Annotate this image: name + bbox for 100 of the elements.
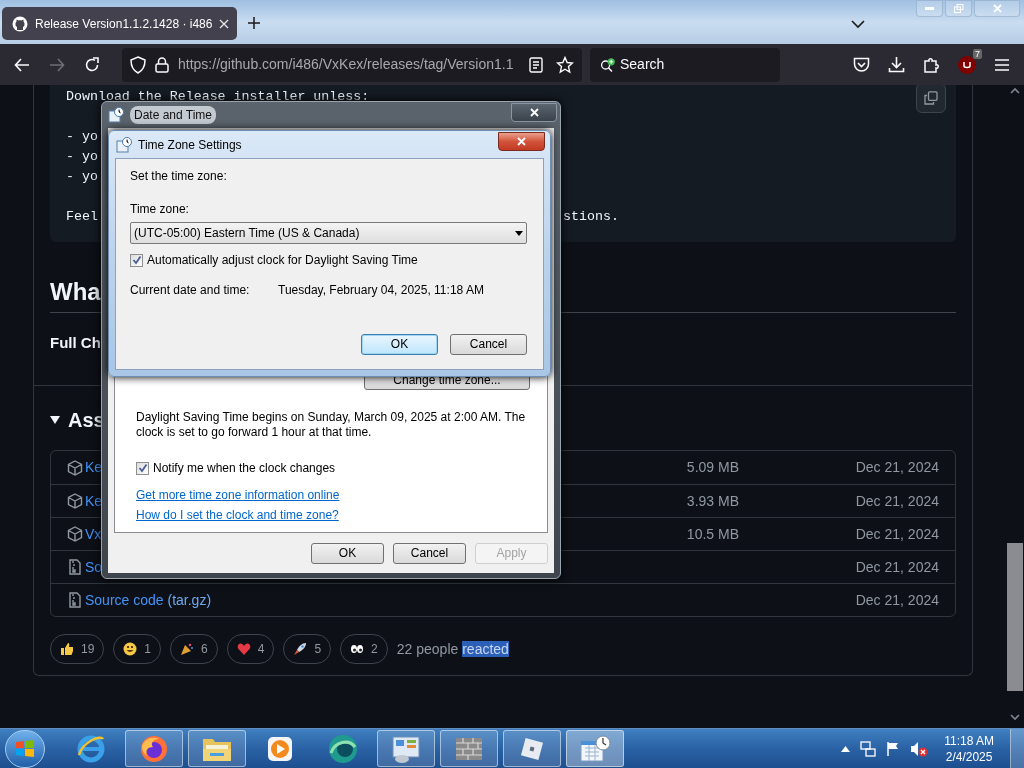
section-heading: Wha bbox=[50, 277, 101, 307]
changelog-label: Full Ch bbox=[50, 333, 101, 353]
search-input[interactable]: Search bbox=[620, 54, 770, 75]
browser-tab[interactable]: Release Version1.1.2.1428 · i486 bbox=[2, 7, 238, 40]
field-label: Current date and time: bbox=[130, 283, 251, 297]
asset-link[interactable]: Ke bbox=[85, 490, 103, 512]
taskbar-button[interactable] bbox=[125, 730, 183, 767]
thumbs-up-icon bbox=[60, 642, 74, 656]
search-icon bbox=[600, 55, 616, 74]
close-icon[interactable] bbox=[219, 18, 230, 29]
scroll-down-icon[interactable] bbox=[1010, 714, 1020, 721]
badge-count: 7 bbox=[973, 48, 982, 59]
reaction-summary: 22 people reacted bbox=[396, 639, 509, 659]
scroll-thumb[interactable] bbox=[1007, 543, 1023, 691]
dialog-button[interactable]: Cancel bbox=[393, 542, 466, 564]
reader-view-icon[interactable] bbox=[529, 56, 543, 73]
dialog-button[interactable]: OK bbox=[311, 542, 384, 564]
smiley-icon bbox=[123, 642, 138, 656]
extension-button[interactable] bbox=[958, 55, 976, 74]
checkbox[interactable] bbox=[136, 461, 149, 475]
file-zip-icon bbox=[67, 592, 83, 608]
asset-size: 3.93 MB bbox=[686, 491, 739, 511]
asset-date: Dec 21, 2024 bbox=[854, 557, 939, 577]
address-bar[interactable]: https://github.com/i486/VxKex/releases/tag/Version1.1 bbox=[122, 47, 582, 82]
new-tab-icon[interactable] bbox=[247, 16, 262, 30]
heart-icon bbox=[236, 642, 251, 656]
copy-button[interactable] bbox=[916, 85, 946, 113]
dst-note: Daylight Saving Time begins on Sunday, March 09, 2025 at 2:00 AM. The clock is set to go forward 1 hour at that time. bbox=[136, 410, 527, 440]
search-field[interactable]: Search bbox=[590, 47, 780, 82]
eyes-icon bbox=[350, 642, 365, 656]
dropdown-caret-icon bbox=[515, 230, 523, 236]
clock[interactable]: 11:18 AM 2/4/2025 bbox=[944, 732, 994, 765]
play-icon bbox=[266, 734, 294, 763]
disclosure-triangle-icon[interactable] bbox=[50, 416, 60, 424]
reload-icon[interactable] bbox=[84, 56, 100, 73]
package-icon bbox=[67, 459, 83, 476]
code-line: stions. bbox=[563, 208, 619, 226]
close-button[interactable] bbox=[498, 131, 545, 151]
asset-link[interactable]: Vx bbox=[85, 523, 102, 545]
menu-icon[interactable] bbox=[994, 57, 1010, 72]
checkbox[interactable] bbox=[130, 253, 143, 267]
taskbar-button[interactable] bbox=[188, 730, 246, 767]
calendar-clock-icon bbox=[578, 732, 612, 765]
taskbar-button[interactable] bbox=[440, 730, 498, 767]
clock-app-icon bbox=[116, 136, 132, 153]
party-popper-icon bbox=[180, 642, 195, 656]
close-button[interactable] bbox=[511, 102, 557, 122]
taskbar-button[interactable] bbox=[566, 730, 624, 767]
taskbar-button[interactable] bbox=[503, 730, 561, 767]
start-button[interactable] bbox=[5, 729, 45, 768]
lock-icon[interactable] bbox=[155, 56, 169, 73]
checkbox-label[interactable]: Notify me when the clock changes bbox=[153, 459, 336, 477]
field-label: Time zone: bbox=[130, 202, 190, 216]
clock-app-icon bbox=[108, 107, 124, 123]
package-icon bbox=[67, 526, 83, 542]
asset-date: Dec 21, 2024 bbox=[854, 491, 939, 511]
tab-list-icon[interactable] bbox=[851, 20, 866, 29]
close-icon bbox=[992, 4, 1002, 13]
dialog-button[interactable]: Cancel bbox=[450, 334, 527, 355]
network-icon[interactable] bbox=[860, 740, 877, 757]
time-zone-dropdown[interactable]: (UTC-05:00) Eastern Time (US & Canada) bbox=[130, 222, 527, 244]
help-link[interactable]: Get more time zone information online bbox=[136, 488, 340, 502]
rocket-icon bbox=[293, 642, 308, 656]
copy-icon bbox=[924, 91, 938, 105]
taskbar-button[interactable] bbox=[377, 730, 435, 767]
package-icon bbox=[67, 493, 83, 509]
help-link[interactable]: How do I set the clock and time zone? bbox=[136, 508, 339, 522]
asset-link[interactable]: Source code (tar.gz) bbox=[85, 589, 212, 611]
window-title: Date and Time bbox=[130, 106, 217, 124]
code-line: Feel bbox=[66, 208, 98, 226]
windows-flag-icon bbox=[15, 738, 35, 759]
checkbox-label[interactable]: Automatically adjust clock for Daylight Saving Time bbox=[147, 251, 418, 269]
show-hidden-icons[interactable] bbox=[841, 745, 851, 752]
asset-link[interactable]: Ke bbox=[85, 457, 103, 478]
asset-size: 5.09 MB bbox=[686, 458, 739, 477]
tab-title: Release Version1.1.2.1428 · i486 bbox=[35, 15, 213, 33]
forward-icon[interactable] bbox=[49, 56, 65, 73]
code-line: - yo bbox=[66, 148, 98, 166]
speaker-muted-icon[interactable] bbox=[910, 740, 929, 757]
minimize-icon bbox=[925, 7, 934, 10]
site-icon bbox=[12, 15, 28, 32]
dialog-button[interactable]: OK bbox=[361, 334, 438, 355]
window-title: Time Zone Settings bbox=[138, 136, 242, 154]
intro-text: Set the time zone: bbox=[130, 169, 228, 183]
current-date-time: Tuesday, February 04, 2025, 11:18 AM bbox=[278, 283, 484, 297]
asset-link[interactable]: So bbox=[85, 556, 103, 578]
restore-icon bbox=[953, 4, 964, 13]
star-icon[interactable] bbox=[556, 55, 574, 74]
code-line: - yo bbox=[66, 128, 98, 146]
puzzle-piece-icon[interactable] bbox=[923, 56, 940, 73]
download-icon[interactable] bbox=[888, 56, 905, 73]
pocket-icon[interactable] bbox=[853, 56, 870, 73]
code-line: - yo bbox=[66, 168, 98, 186]
close-icon bbox=[517, 136, 526, 146]
back-icon[interactable] bbox=[14, 56, 30, 73]
url-text: https://github.com/i486/VxKex/releases/tag/Version1.1 bbox=[178, 55, 515, 74]
asset-size: 10.5 MB bbox=[686, 524, 739, 544]
flag-icon[interactable] bbox=[886, 740, 901, 757]
scroll-up-icon[interactable] bbox=[1010, 87, 1020, 94]
asset-date: Dec 21, 2024 bbox=[854, 524, 939, 544]
